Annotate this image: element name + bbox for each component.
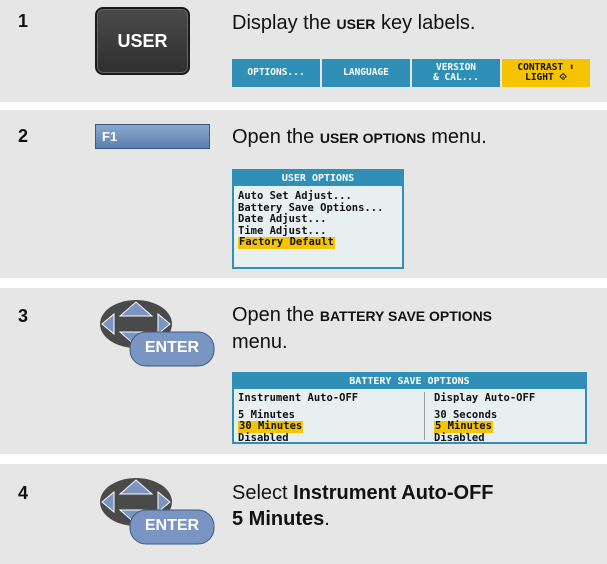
step-3: 3 ENTER Open the BATTERY SAVE OPTIONS men…: [0, 288, 607, 454]
menu-item: Auto Set Adjust...: [238, 190, 352, 202]
text-bold: USER OPTIONS: [319, 130, 426, 146]
selected-label: 5 Minutes: [434, 420, 493, 433]
step-number: 1: [18, 11, 29, 31]
menu-item: Date Adjust...: [238, 213, 327, 225]
text-pre: Select: [232, 482, 294, 504]
instrument-column: Instrument Auto-OFF 5 Minutes 30 Minutes…: [234, 392, 359, 444]
step-text: Display the USER key labels.: [232, 10, 475, 37]
enter-label: ENTER: [144, 339, 200, 356]
softkey-label: & CAL...: [433, 72, 479, 83]
selected-label: Factory Default: [238, 236, 335, 249]
softkey-bar: OPTIONS... LANGUAGE VERSION & CAL... CONT…: [232, 59, 590, 87]
softkey-label: LANGUAGE: [343, 67, 389, 78]
text-bold: 5 Minutes: [232, 508, 325, 530]
text-pre: Display the: [232, 12, 337, 34]
step-text: Select Instrument Auto-OFF 5 Minutes.: [232, 480, 592, 532]
enter-navpad-icon: [100, 300, 215, 367]
text-pre: Open the: [232, 304, 320, 326]
step-text: Open the BATTERY SAVE OPTIONS menu.: [232, 302, 592, 355]
menu-item-selected: 5 Minutes: [430, 420, 535, 433]
step-2: 2 F1 Open the USER OPTIONS menu. USER OP…: [0, 110, 607, 278]
menu-item: Disabled: [434, 431, 485, 444]
menu-item-selected: 30 Minutes: [234, 420, 358, 433]
softkey-version: VERSION & CAL...: [412, 59, 500, 87]
text-bold: USER: [336, 16, 376, 32]
step-number: 3: [18, 306, 29, 326]
softkey-contrast: CONTRAST ⬍ LIGHT ⟐: [502, 59, 590, 87]
step-text: Open the USER OPTIONS menu.: [232, 124, 487, 151]
enter-label: ENTER: [144, 517, 200, 534]
step-number: 4: [18, 483, 29, 503]
softkey-label: OPTIONS...: [247, 67, 305, 78]
selected-label: 30 Minutes: [238, 420, 304, 433]
text-pre: Open the: [232, 126, 320, 148]
step-4: 4 ENTER Select Instrument Auto-OFF 5 Minu…: [0, 464, 607, 564]
column-header: Display Auto-OFF: [434, 392, 536, 404]
text-post: menu.: [232, 331, 288, 353]
display-column: Display Auto-OFF 30 Seconds 5 Minutes Di…: [430, 392, 536, 444]
text-bold: Instrument Auto-OFF: [293, 482, 494, 504]
f1-key-icon: F1: [95, 124, 210, 149]
column-divider: [424, 392, 425, 440]
menu-title: USER OPTIONS: [234, 171, 402, 186]
step-number: 2: [18, 126, 29, 146]
battery-save-options-menu: BATTERY SAVE OPTIONS Instrument Auto-OFF…: [232, 372, 587, 444]
softkey-options: OPTIONS...: [232, 59, 320, 87]
menu-title: BATTERY SAVE OPTIONS: [234, 374, 585, 389]
key-label: USER: [117, 30, 168, 51]
key-label: F1: [102, 129, 118, 144]
text-post: key labels.: [375, 12, 476, 34]
menu-item-selected: Factory Default: [234, 236, 402, 249]
column-header: Instrument Auto-OFF: [238, 392, 359, 404]
softkey-language: LANGUAGE: [322, 59, 410, 87]
text-bold: BATTERY SAVE OPTIONS: [319, 308, 493, 324]
menu-item: Disabled: [238, 431, 289, 444]
user-key-icon: USER: [95, 7, 190, 75]
text-post: menu.: [425, 126, 487, 148]
step-1: 1 USER Display the USER key labels. OPTI…: [0, 0, 607, 102]
user-options-menu: USER OPTIONS Auto Set Adjust... Battery …: [232, 169, 404, 269]
softkey-label: LIGHT ⟐: [525, 72, 567, 83]
text-post: .: [324, 508, 330, 530]
enter-navpad-icon: [100, 478, 215, 545]
